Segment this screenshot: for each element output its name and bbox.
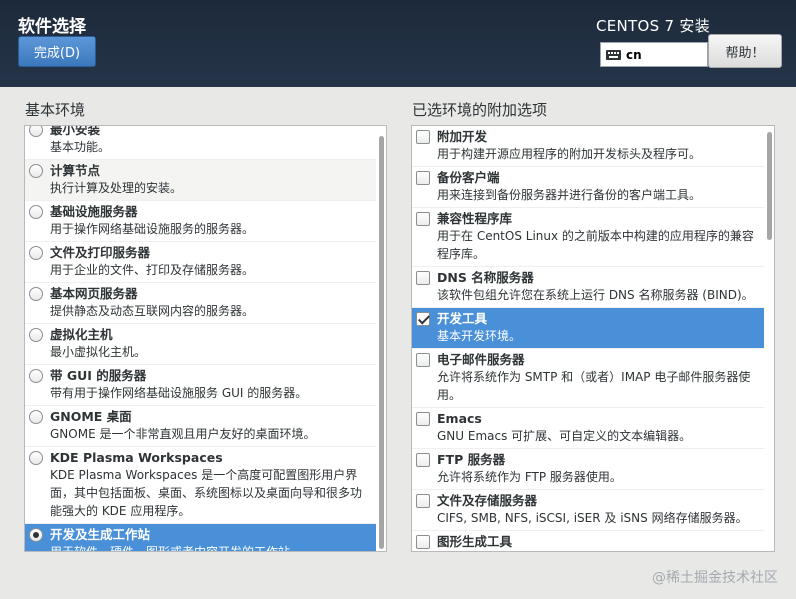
- addon-option[interactable]: 文件及存储服务器 CIFS, SMB, NFS, iSCSI, iSER 及 iS…: [412, 490, 764, 531]
- option-title: DNS 名称服务器: [437, 270, 534, 285]
- checkbox[interactable]: [416, 171, 430, 185]
- scrollbar-thumb[interactable]: [767, 132, 772, 240]
- option-title: 带 GUI 的服务器: [50, 368, 147, 383]
- option-description: 用于企业的文件、打印及存储服务器。: [50, 263, 255, 277]
- option-title: FTP 服务器: [437, 452, 506, 467]
- addon-option[interactable]: 备份客户端用来连接到备份服务器并进行备份的客户端工具。: [412, 167, 764, 208]
- option-title: 基本网页服务器: [50, 286, 138, 301]
- addon-option[interactable]: 图形生成工具: [412, 531, 764, 551]
- option-description: 用于软件、硬件、图形或者内容开发的工作站。: [50, 545, 303, 552]
- radio-button[interactable]: [29, 410, 43, 424]
- option-title: 备份客户端: [437, 170, 500, 185]
- environment-option[interactable]: 基本网页服务器提供静态及动态互联网内容的服务器。: [25, 283, 376, 324]
- base-environment-heading: 基本环境: [25, 101, 86, 119]
- addon-option[interactable]: 开发工具基本开发环境。: [412, 308, 764, 349]
- radio-button[interactable]: [29, 528, 43, 542]
- option-title: KDE Plasma Workspaces: [50, 450, 223, 465]
- checkbox[interactable]: [416, 494, 430, 508]
- radio-button[interactable]: [29, 287, 43, 301]
- option-title: 开发工具: [437, 311, 488, 326]
- environment-option[interactable]: 最小安装 基本功能。: [25, 125, 376, 160]
- addons-scrollbar[interactable]: [767, 128, 773, 549]
- radio-button[interactable]: [29, 369, 43, 383]
- option-title: 兼容性程序库: [437, 211, 513, 226]
- option-title: 计算节点: [50, 163, 101, 178]
- radio-button[interactable]: [29, 328, 43, 342]
- environment-option[interactable]: 文件及打印服务器用于企业的文件、打印及存储服务器。: [25, 242, 376, 283]
- radio-button[interactable]: [29, 205, 43, 219]
- option-title: Emacs: [437, 411, 482, 426]
- option-description: 最小虚拟化主机。: [50, 345, 147, 359]
- option-description: 用来连接到备份服务器并进行备份的客户端工具。: [437, 188, 702, 202]
- checkbox[interactable]: [416, 412, 430, 426]
- option-title: 虚拟化主机: [50, 327, 113, 342]
- header-bar: 软件选择 完成(D) CENTOS 7 安装 cn 帮助！: [0, 0, 796, 87]
- option-description: 用于操作网络基础设施服务的服务器。: [50, 222, 255, 236]
- checkbox[interactable]: [416, 130, 430, 144]
- option-title: 基础设施服务器: [50, 204, 138, 219]
- option-description: CIFS, SMB, NFS, iSCSI, iSER 及 iSNS 网络存储服…: [437, 511, 748, 525]
- option-description: 带有用于操作网络基础设施服务 GUI 的服务器。: [50, 386, 308, 400]
- option-description: 基本功能。: [50, 140, 111, 154]
- option-description: KDE Plasma Workspaces 是一个高度可配置图形用户界面，其中包…: [50, 468, 363, 518]
- addon-option[interactable]: Emacs GNU Emacs 可扩展、可自定义的文本编辑器。: [412, 408, 764, 449]
- product-title: CENTOS 7 安装: [595, 17, 710, 35]
- option-title: 文件及存储服务器: [437, 493, 538, 508]
- option-description: 允许将系统作为 FTP 服务器使用。: [437, 470, 622, 484]
- base-environment-scrollbar[interactable]: [379, 128, 385, 549]
- base-environment-list[interactable]: 最小安装基本功能。计算节点执行计算及处理的安装。 基础设施服务器用于操作网络基础设…: [24, 125, 387, 552]
- checkbox[interactable]: [416, 271, 430, 285]
- done-button[interactable]: 完成(D): [18, 36, 96, 67]
- addon-option[interactable]: DNS 名称服务器该软件包组允许您在系统上运行 DNS 名称服务器 (BIND)…: [412, 267, 764, 308]
- option-title: GNOME 桌面: [50, 409, 132, 424]
- environment-option[interactable]: GNOME 桌面 GNOME 是一个非常直观且用户友好的桌面环境。: [25, 406, 376, 447]
- addon-option[interactable]: 附加开发用于构建开源应用程序的附加开发标头及程序可。: [412, 126, 764, 167]
- checkbox[interactable]: [416, 535, 430, 549]
- option-title: 文件及打印服务器: [50, 245, 151, 260]
- option-description: 执行计算及处理的安装。: [50, 181, 183, 195]
- watermark: @稀土掘金技术社区: [652, 570, 778, 586]
- checkbox[interactable]: [416, 312, 430, 326]
- keyboard-layout-label: cn: [626, 47, 642, 62]
- option-title: 附加开发: [437, 129, 488, 144]
- keyboard-layout-indicator[interactable]: cn: [600, 42, 708, 67]
- option-description: 允许将系统作为 SMTP 和（或者）IMAP 电子邮件服务器使用。: [437, 370, 751, 402]
- help-button[interactable]: 帮助！: [708, 34, 782, 68]
- option-description: GNU Emacs 可扩展、可自定义的文本编辑器。: [437, 429, 692, 443]
- environment-option[interactable]: 带 GUI 的服务器带有用于操作网络基础设施服务 GUI 的服务器。: [25, 365, 376, 406]
- radio-button[interactable]: [29, 126, 43, 137]
- environment-option[interactable]: KDE Plasma Workspaces KDE Plasma Workspac…: [25, 447, 376, 524]
- option-description: GNOME 是一个非常直观且用户友好的桌面环境。: [50, 427, 316, 441]
- option-title: 电子邮件服务器: [437, 352, 525, 367]
- addon-option[interactable]: 电子邮件服务器允许将系统作为 SMTP 和（或者）IMAP 电子邮件服务器使用。: [412, 349, 764, 408]
- environment-option[interactable]: 开发及生成工作站用于软件、硬件、图形或者内容开发的工作站。: [25, 524, 376, 552]
- checkbox[interactable]: [416, 353, 430, 367]
- environment-option[interactable]: 虚拟化主机最小虚拟化主机。: [25, 324, 376, 365]
- option-description: 该软件包组允许您在系统上运行 DNS 名称服务器 (BIND)。: [437, 288, 754, 302]
- option-title: 开发及生成工作站: [50, 527, 151, 542]
- option-description: 基本开发环境。: [437, 329, 522, 343]
- addons-list[interactable]: 附加开发用于构建开源应用程序的附加开发标头及程序可。 备份客户端用来连接到备份服务…: [411, 125, 775, 552]
- keyboard-icon: [606, 49, 621, 60]
- option-title: 最小安装: [50, 125, 101, 137]
- addon-option[interactable]: FTP 服务器允许将系统作为 FTP 服务器使用。: [412, 449, 764, 490]
- environment-option[interactable]: 计算节点执行计算及处理的安装。: [25, 160, 376, 201]
- checkbox[interactable]: [416, 453, 430, 467]
- addons-heading: 已选环境的附加选项: [412, 101, 548, 119]
- radio-button[interactable]: [29, 164, 43, 178]
- option-description: 用于在 CentOS Linux 的之前版本中构建的应用程序的兼容程序库。: [437, 229, 754, 261]
- page-title: 软件选择: [18, 17, 86, 37]
- checkbox[interactable]: [416, 212, 430, 226]
- option-description: 用于构建开源应用程序的附加开发标头及程序可。: [437, 147, 702, 161]
- radio-button[interactable]: [29, 246, 43, 260]
- addon-option[interactable]: 兼容性程序库用于在 CentOS Linux 的之前版本中构建的应用程序的兼容程…: [412, 208, 764, 267]
- environment-option[interactable]: 基础设施服务器用于操作网络基础设施服务的服务器。: [25, 201, 376, 242]
- radio-button[interactable]: [29, 451, 43, 465]
- option-title: 图形生成工具: [437, 534, 513, 549]
- option-description: 提供静态及动态互联网内容的服务器。: [50, 304, 255, 318]
- scrollbar-thumb[interactable]: [379, 136, 384, 549]
